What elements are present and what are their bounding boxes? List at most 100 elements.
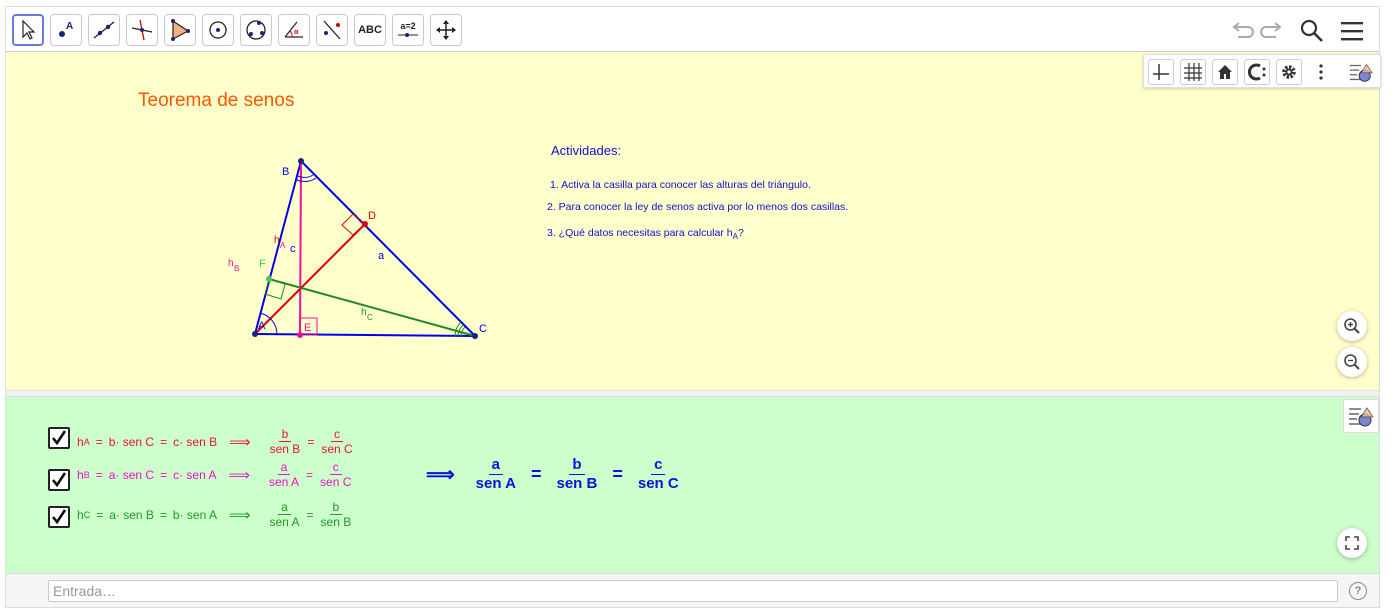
undo-icon: [1232, 22, 1254, 38]
altitude-hA-line[interactable]: [299, 160, 302, 336]
reflect-tool-button[interactable]: [316, 14, 348, 46]
move-view-tool-button[interactable]: [430, 14, 462, 46]
point-B[interactable]: [298, 158, 304, 164]
input-bar: Entrada… ?: [5, 573, 1380, 608]
algebra-input-field[interactable]: Entrada…: [48, 580, 1338, 602]
circle-three-points-icon: [246, 20, 266, 40]
undo-button[interactable]: [1228, 17, 1256, 45]
label-A: A: [258, 320, 266, 332]
circle-center-tool-button[interactable]: [202, 14, 234, 46]
side-a[interactable]: [300, 160, 476, 337]
activity-item-2: 2. Para conocer la ley de senos activa p…: [547, 201, 849, 213]
activity-item-3-suffix: ?: [737, 227, 744, 239]
formula-hA-arrow: ⟹: [229, 433, 251, 451]
triangle-construction[interactable]: A B C D E F a c h A h B h C: [6, 52, 606, 390]
formula-hC-eq2: =: [159, 507, 167, 522]
angle-arc-B2: [296, 177, 317, 182]
label-hB-sub: B: [234, 264, 239, 273]
polygon-tool-button[interactable]: [164, 14, 196, 46]
activity-item-3: 3. ¿Qué datos necesitas para calcular hA…: [547, 227, 744, 241]
formula-hC-eq1: =: [96, 507, 104, 522]
graphics-view-2[interactable]: hA = b· sen C = c· sen B ⟹ b sen B = c sen…: [5, 397, 1380, 573]
label-c: c: [290, 243, 296, 255]
search-icon: [1300, 19, 1323, 42]
more-vertical-icon: [1319, 64, 1323, 80]
formula-hA-frac2-den: sen C: [321, 442, 353, 456]
formula-hC-frac2-num: b: [329, 500, 343, 515]
search-button[interactable]: [1298, 17, 1326, 45]
settings-button[interactable]: [1276, 59, 1302, 85]
side-b[interactable]: [254, 333, 476, 337]
checkbox-hA[interactable]: [48, 427, 70, 449]
law-frac-b: b sen B: [553, 456, 600, 493]
slider-tool-button[interactable]: a=2: [392, 14, 424, 46]
svg-text:A: A: [66, 21, 73, 32]
angle-arc-C3: [460, 326, 466, 337]
slider-tool-label: a=2: [400, 21, 416, 31]
label-F: F: [259, 258, 266, 270]
axes-icon: [1153, 64, 1169, 80]
label-hB: h: [228, 258, 234, 269]
checkbox-hC[interactable]: [48, 506, 70, 528]
point-tool-button[interactable]: A: [50, 14, 82, 46]
label-hA-sub: A: [280, 241, 286, 250]
law-arrow: ⟹: [426, 464, 455, 486]
svg-text:α: α: [294, 29, 299, 36]
formula-hC-h: h: [77, 507, 84, 522]
angle-tool-button[interactable]: α: [278, 14, 310, 46]
formula-hB-frac1-num: a: [277, 460, 291, 475]
point-E[interactable]: [297, 332, 303, 338]
label-hC: h: [361, 307, 367, 318]
circle-three-points-tool-button[interactable]: [240, 14, 272, 46]
home-icon: [1218, 65, 1232, 79]
label-hA: h: [274, 235, 280, 246]
formula-hA-eq3: =: [307, 434, 315, 449]
redo-button[interactable]: [1258, 17, 1286, 45]
move-tool-button[interactable]: [12, 14, 44, 46]
more-options-button[interactable]: [1308, 59, 1334, 85]
point-icon: A: [59, 21, 73, 37]
circle-center-icon: [209, 21, 227, 39]
law-frac-a-num: a: [488, 456, 503, 475]
graphics-style-bar: [1143, 54, 1381, 88]
toggle-axes-button[interactable]: [1148, 59, 1174, 85]
formula-hB-term2: c· sen A: [173, 467, 217, 482]
graphics-view[interactable]: Teorema de senos A B C D E F a c h A h B…: [5, 52, 1381, 390]
line-tool-button[interactable]: [88, 14, 120, 46]
label-C: C: [479, 323, 487, 335]
formula-hA-eq2: =: [160, 434, 168, 449]
fullscreen-icon: [1345, 536, 1359, 550]
checkmark-icon: [51, 509, 67, 525]
formula-hA-h: h: [77, 434, 84, 449]
perpendicular-tool-button[interactable]: [126, 14, 158, 46]
geogebra-app: A α ABC a=2 Teorema de senos A B C D E F…: [0, 0, 1399, 612]
checkmark-icon: [51, 430, 67, 446]
view-divider[interactable]: [5, 390, 1380, 397]
style-bar-toggle-button[interactable]: [1348, 59, 1374, 85]
help-icon[interactable]: ?: [1349, 582, 1367, 600]
style-bar-toggle-button-2[interactable]: [1343, 399, 1379, 433]
law-frac-c-den: sen C: [637, 475, 679, 492]
law-frac-a-den: sen A: [475, 475, 516, 492]
standard-view-button[interactable]: [1212, 59, 1238, 85]
text-tool-button[interactable]: ABC: [354, 14, 386, 46]
toolbar: A α ABC a=2: [5, 6, 1380, 52]
formula-hC-term2: b· sen A: [172, 507, 217, 522]
text-tool-label: ABC: [358, 24, 382, 36]
point-capturing-button[interactable]: [1244, 59, 1270, 85]
zoom-in-button[interactable]: [1337, 311, 1367, 341]
zoom-out-button[interactable]: [1337, 347, 1367, 377]
formula-hC-arrow: ⟹: [228, 506, 251, 524]
formula-hC-term1: a· sen B: [109, 507, 154, 522]
label-hC-sub: C: [367, 313, 373, 322]
fullscreen-button[interactable]: [1337, 528, 1367, 558]
point-C[interactable]: [472, 333, 478, 339]
formula-hB: hB = a· sen C = c· sen A ⟹ a sen A = c sen…: [77, 460, 358, 489]
law-frac-b-num: b: [569, 456, 585, 475]
menu-button[interactable]: [1338, 17, 1366, 45]
toggle-grid-button[interactable]: [1180, 59, 1206, 85]
point-F[interactable]: [266, 276, 272, 282]
formula-hA-frac1: b sen B: [267, 427, 304, 456]
formula-hA: hA = b· sen C = c· sen B ⟹ b sen B = c sen…: [77, 427, 360, 456]
checkbox-hB[interactable]: [48, 469, 70, 491]
